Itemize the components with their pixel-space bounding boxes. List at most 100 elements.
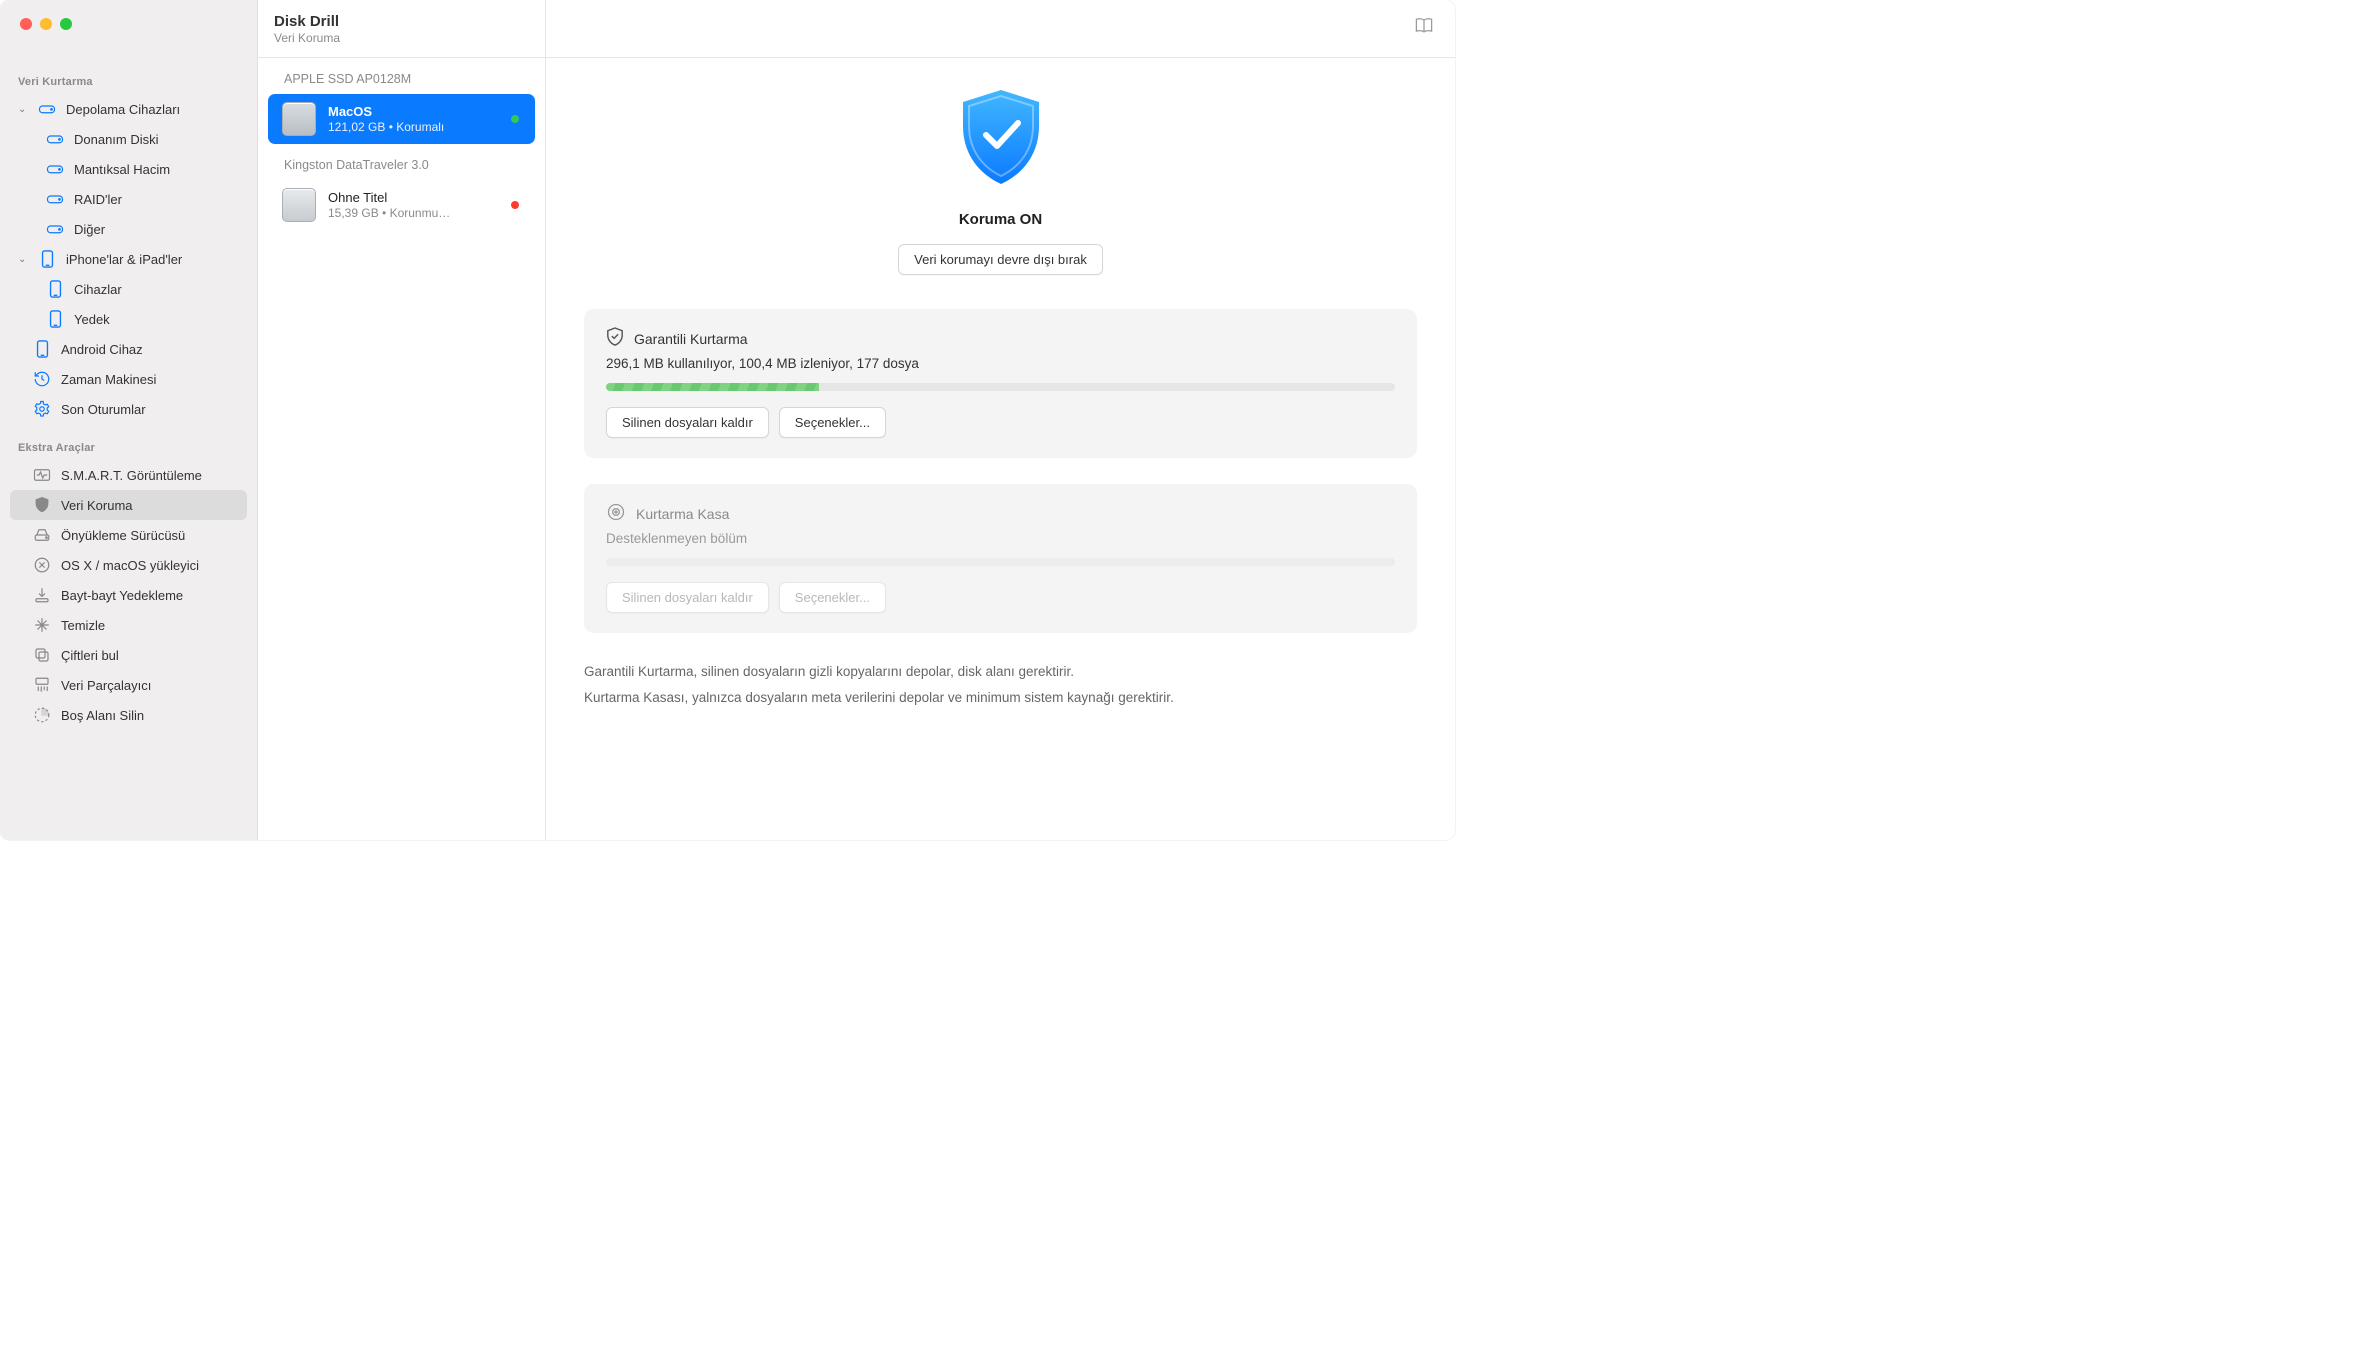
external-disk-icon (282, 188, 316, 222)
status-badge-unprotected (511, 201, 519, 209)
sidebar-item-logical-volume[interactable]: Mantıksal Hacim (10, 154, 247, 184)
shield-outline-icon (606, 327, 624, 350)
sidebar-item-label: Zaman Makinesi (61, 372, 156, 387)
device-title: Ohne Titel (328, 190, 450, 205)
recovery-vault-card: Kurtarma Kasa Desteklenmeyen bölüm Silin… (584, 484, 1417, 633)
help-book-icon[interactable] (1413, 17, 1435, 40)
device-title: MacOS (328, 104, 444, 119)
minimize-window-button[interactable] (40, 18, 52, 30)
sidebar-heading-tools: Ekstra Araçlar (10, 424, 247, 460)
sidebar-item-shredder[interactable]: Veri Parçalayıcı (10, 670, 247, 700)
clock-rewind-icon (33, 370, 51, 388)
disk-icon (46, 160, 64, 178)
card-button-row: Silinen dosyaları kaldır Seçenekler... (606, 582, 1395, 613)
device-item-ohne-titel[interactable]: Ohne Titel 15,39 GB • Korunmu… (268, 180, 535, 230)
close-window-button[interactable] (20, 18, 32, 30)
panel-header: Disk Drill Veri Koruma (258, 0, 545, 58)
device-subtitle: 121,02 GB • Korumalı (328, 120, 444, 134)
phone-icon (46, 280, 64, 298)
app-window: Veri Kurtarma ⌄ Depolama Cihazları Donan… (0, 0, 1455, 840)
sidebar-item-label: Android Cihaz (61, 342, 143, 357)
card-stats: Desteklenmeyen bölüm (606, 531, 1395, 546)
sidebar-item-label: Donanım Diski (74, 132, 159, 147)
pie-icon (33, 706, 51, 724)
chevron-down-icon: ⌄ (18, 254, 28, 265)
sparkle-icon (33, 616, 51, 634)
sidebar-item-raids[interactable]: RAID'ler (10, 184, 247, 214)
sidebar-item-label: Veri Koruma (61, 498, 133, 513)
sidebar-item-devices[interactable]: Cihazlar (10, 274, 247, 304)
sidebar-item-label: Son Oturumlar (61, 402, 146, 417)
sidebar-item-label: RAID'ler (74, 192, 122, 207)
card-title: Garantili Kurtarma (634, 331, 748, 347)
main-toolbar (546, 0, 1455, 58)
app-subtitle: Veri Koruma (274, 31, 340, 45)
card-button-row: Silinen dosyaları kaldır Seçenekler... (606, 407, 1395, 438)
sidebar-item-byte-backup[interactable]: Bayt-bayt Yedekleme (10, 580, 247, 610)
disk-icon (46, 220, 64, 238)
disk-icon (38, 100, 56, 118)
main-body: Koruma ON Veri korumayı devre dışı bırak… (546, 58, 1455, 840)
status-badge-protected (511, 115, 519, 123)
protection-status-block: Koruma ON Veri korumayı devre dışı bırak (584, 86, 1417, 275)
sidebar-item-other[interactable]: Diğer (10, 214, 247, 244)
remove-deleted-button[interactable]: Silinen dosyaları kaldır (606, 407, 769, 438)
sidebar-item-label: Yedek (74, 312, 110, 327)
internal-disk-icon (282, 102, 316, 136)
sidebar-heading-recovery: Veri Kurtarma (10, 58, 247, 94)
sidebar-item-android[interactable]: Android Cihaz (10, 334, 247, 364)
sidebar-item-smart[interactable]: S.M.A.R.T. Görüntüleme (10, 460, 247, 490)
shredder-icon (33, 676, 51, 694)
phone-icon (46, 310, 64, 328)
sidebar-item-label: Veri Parçalayıcı (61, 678, 151, 693)
sidebar-item-time-machine[interactable]: Zaman Makinesi (10, 364, 247, 394)
shield-icon (33, 496, 51, 514)
phone-icon (38, 250, 56, 268)
x-circle-icon (33, 556, 51, 574)
info-text-1: Garantili Kurtarma, silinen dosyaların g… (584, 659, 1417, 685)
pulse-icon (33, 466, 51, 484)
sidebar-item-label: Çiftleri bul (61, 648, 119, 663)
sidebar-item-label: Diğer (74, 222, 105, 237)
options-button-disabled: Seçenekler... (779, 582, 886, 613)
guaranteed-recovery-card: Garantili Kurtarma 296,1 MB kullanılıyor… (584, 309, 1417, 458)
device-item-macos[interactable]: MacOS 121,02 GB • Korumalı (268, 94, 535, 144)
download-icon (33, 586, 51, 604)
device-subtitle: 15,39 GB • Korunmu… (328, 206, 450, 220)
sidebar-item-label: Depolama Cihazları (66, 102, 180, 117)
main-panel: Koruma ON Veri korumayı devre dışı bırak… (546, 0, 1455, 840)
sidebar-item-clean[interactable]: Temizle (10, 610, 247, 640)
vault-icon (606, 502, 626, 525)
disk-icon (46, 190, 64, 208)
shield-check-icon (955, 86, 1047, 195)
sidebar-item-iphones-ipads[interactable]: ⌄ iPhone'lar & iPad'ler (10, 244, 247, 274)
device-group-header: APPLE SSD AP0128M (258, 58, 545, 94)
sidebar-item-installer[interactable]: OS X / macOS yükleyici (10, 550, 247, 580)
sidebar-item-label: Bayt-bayt Yedekleme (61, 588, 183, 603)
sidebar-item-data-protection[interactable]: Veri Koruma (10, 490, 247, 520)
sidebar-item-label: Cihazlar (74, 282, 122, 297)
sidebar-item-label: Mantıksal Hacim (74, 162, 170, 177)
sidebar-section-recovery: Veri Kurtarma ⌄ Depolama Cihazları Donan… (0, 58, 257, 424)
remove-deleted-button-disabled: Silinen dosyaları kaldır (606, 582, 769, 613)
sidebar-item-duplicates[interactable]: Çiftleri bul (10, 640, 247, 670)
protection-status-label: Koruma ON (959, 211, 1042, 228)
options-button[interactable]: Seçenekler... (779, 407, 886, 438)
sidebar-item-erase-free[interactable]: Boş Alanı Silin (10, 700, 247, 730)
card-heading: Kurtarma Kasa (606, 502, 1395, 525)
sidebar-item-sessions[interactable]: Son Oturumlar (10, 394, 247, 424)
card-title: Kurtarma Kasa (636, 506, 729, 522)
chevron-down-icon: ⌄ (18, 104, 28, 115)
sidebar-item-hardware-disk[interactable]: Donanım Diski (10, 124, 247, 154)
maximize-window-button[interactable] (60, 18, 72, 30)
sidebar-item-label: Boş Alanı Silin (61, 708, 144, 723)
copy-icon (33, 646, 51, 664)
sidebar-item-boot-drive[interactable]: Önyükleme Sürücüsü (10, 520, 247, 550)
sidebar-item-label: OS X / macOS yükleyici (61, 558, 199, 573)
disk-icon (46, 130, 64, 148)
device-list-panel: Disk Drill Veri Koruma APPLE SSD AP0128M… (258, 0, 546, 840)
sidebar-section-tools: Ekstra Araçlar S.M.A.R.T. Görüntüleme Ve… (0, 424, 257, 730)
disable-protection-button[interactable]: Veri korumayı devre dışı bırak (898, 244, 1103, 275)
sidebar-item-storage-devices[interactable]: ⌄ Depolama Cihazları (10, 94, 247, 124)
sidebar-item-backup[interactable]: Yedek (10, 304, 247, 334)
